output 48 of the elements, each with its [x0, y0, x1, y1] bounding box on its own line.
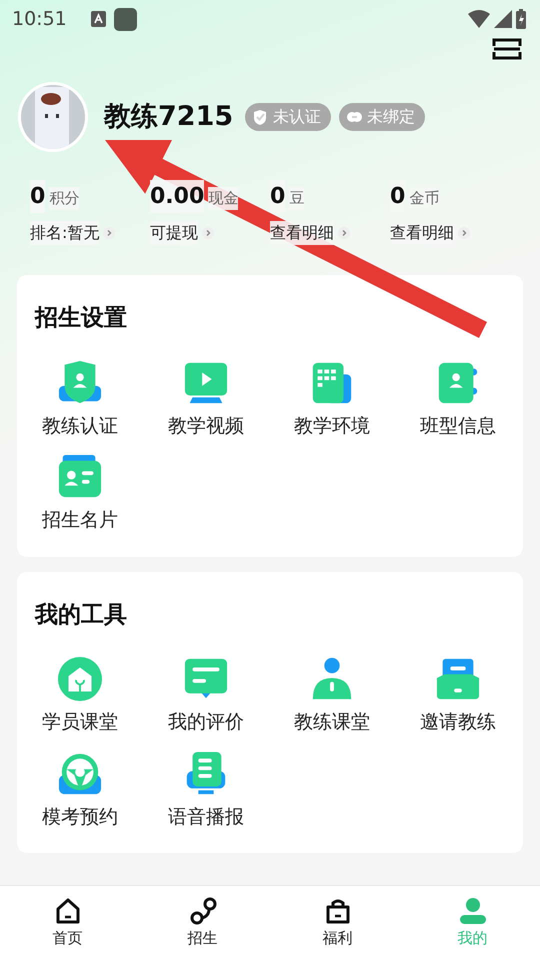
keyboard-icon	[90, 11, 106, 27]
menu-item[interactable]: 邀请教练	[413, 656, 503, 736]
chevron-icon	[338, 227, 350, 239]
stat-link[interactable]: 可提现	[150, 221, 270, 245]
menu-item[interactable]: 招生名片	[35, 454, 125, 534]
id-card-icon	[57, 454, 103, 500]
chevron-icon	[458, 227, 470, 239]
menu-item[interactable]: 班型信息	[413, 360, 503, 440]
battery-icon	[516, 9, 526, 29]
wifi-icon	[468, 10, 490, 28]
section-title: 招生设置	[35, 304, 128, 333]
status-time: 10:51	[12, 6, 67, 32]
menu-item[interactable]: 模考预约	[35, 750, 125, 831]
stat-unit: 豆	[289, 187, 304, 210]
chevron-icon	[103, 227, 116, 239]
route-icon	[188, 896, 216, 925]
menu-item[interactable]: 教学视频	[161, 360, 251, 440]
menu-item[interactable]: 学员课堂	[35, 656, 125, 736]
nav-tab[interactable]: 首页	[32, 896, 102, 950]
chevron-icon	[202, 227, 214, 239]
stat-unit: 现金	[208, 187, 238, 210]
menu-item[interactable]: 教学环境	[287, 360, 377, 440]
section-title: 我的工具	[35, 600, 128, 630]
mailbox-icon	[435, 656, 481, 702]
stat-value: 0	[270, 180, 286, 213]
status-badge: 未认证	[245, 103, 332, 131]
stat-value: 0.00	[150, 180, 204, 213]
menu-item[interactable]: 我的评价	[161, 656, 251, 736]
menu-item[interactable]: 教练课堂	[287, 656, 377, 736]
signal-icon	[494, 10, 512, 28]
status-badge: 未绑定	[339, 103, 426, 131]
bag-icon	[324, 896, 352, 925]
house-sprout-icon	[57, 656, 103, 702]
nav-tab[interactable]: 招生	[168, 896, 238, 950]
scan-icon[interactable]	[492, 38, 522, 60]
menu-item[interactable]: 语音播报	[161, 750, 251, 831]
nav-tab[interactable]: 福利	[302, 896, 372, 950]
home-icon	[54, 896, 82, 925]
stat-value: 0	[30, 180, 46, 213]
avatar[interactable]	[18, 82, 88, 152]
menu-item[interactable]: 教练认证	[35, 360, 125, 440]
shield-person-icon	[57, 360, 103, 406]
stat-unit: 积分	[49, 187, 80, 210]
app-icon	[114, 8, 137, 30]
stat-unit: 金币	[409, 187, 440, 210]
stat-value: 0	[390, 180, 406, 213]
user-name: 教练7215	[104, 100, 234, 134]
user-icon	[458, 896, 486, 925]
